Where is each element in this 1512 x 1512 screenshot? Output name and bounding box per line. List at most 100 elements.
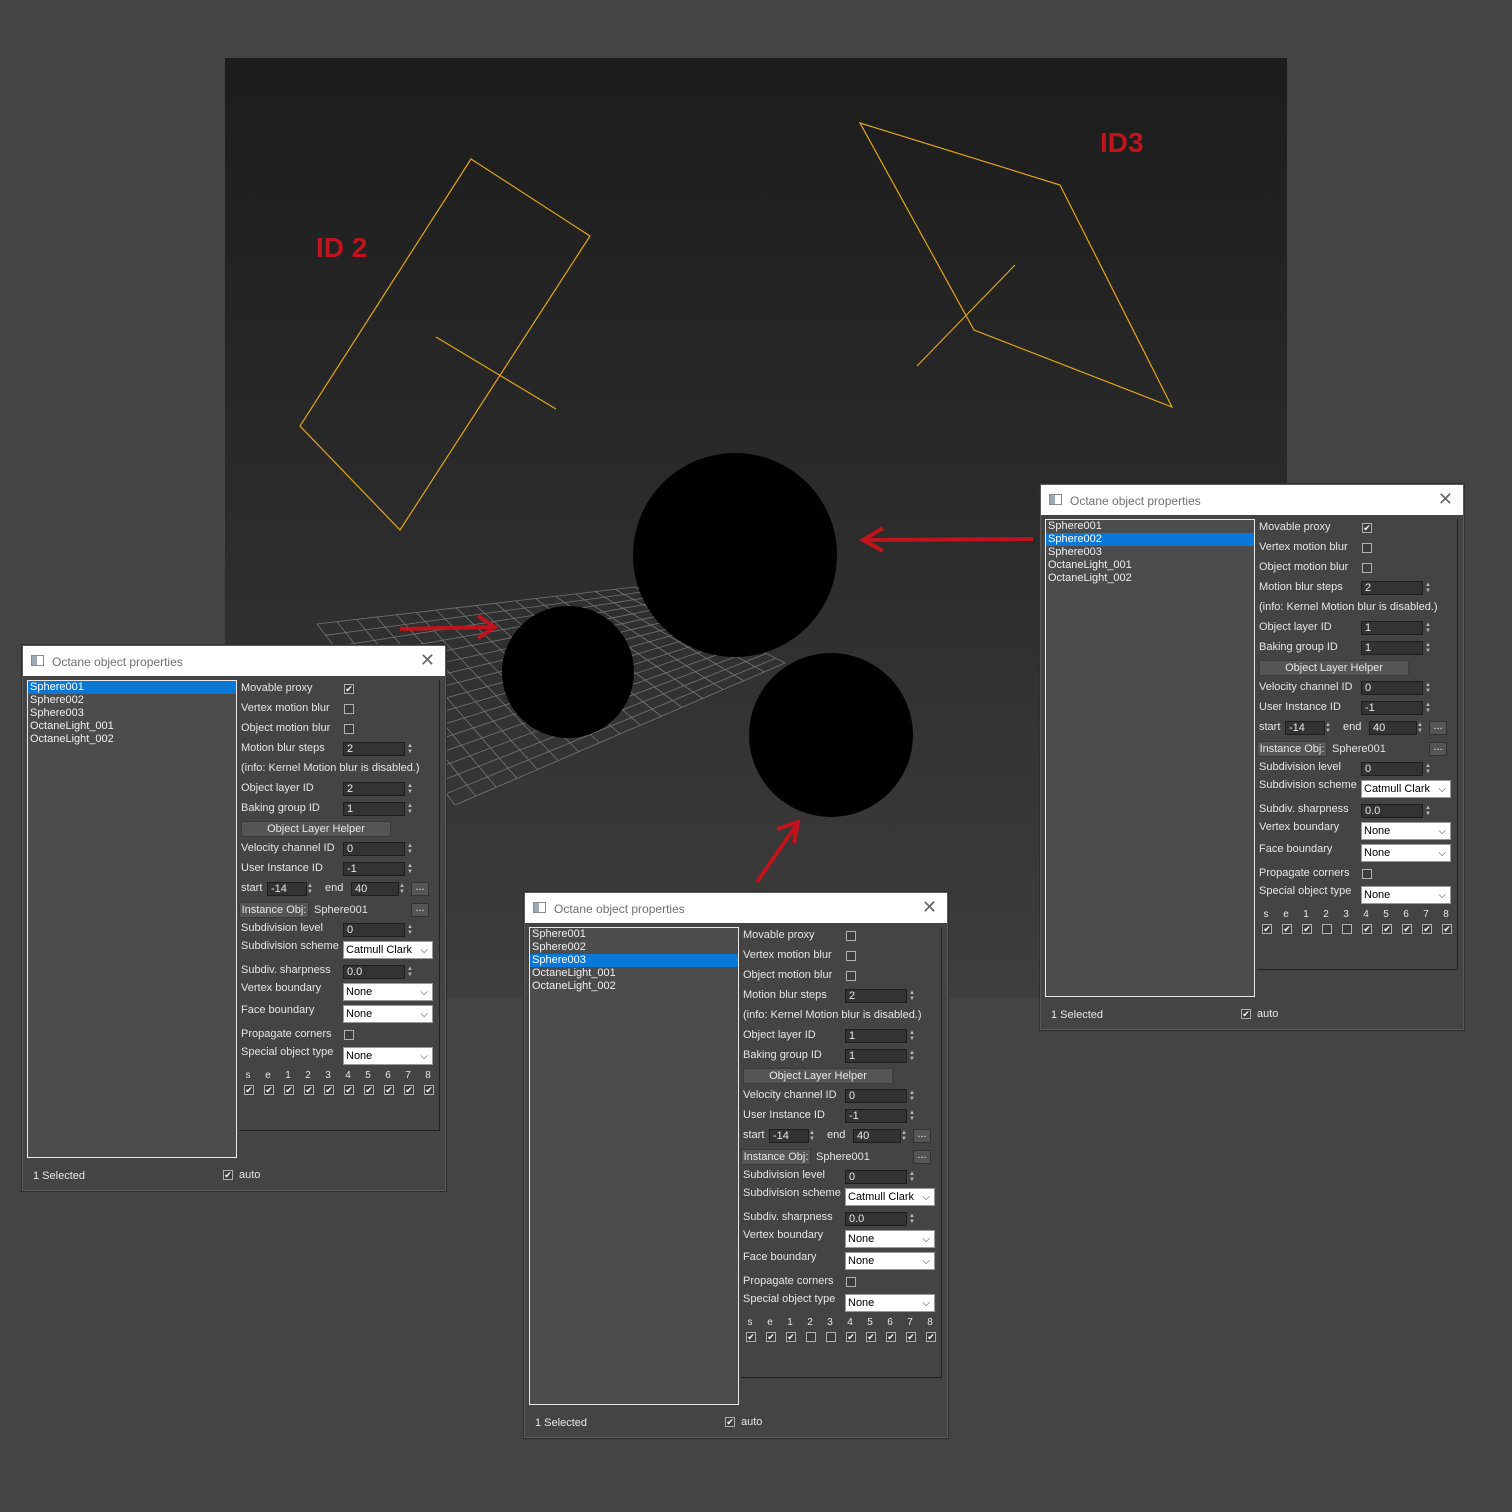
subdivision-scheme-select[interactable]: Catmull Clark ⌵ bbox=[343, 941, 433, 959]
instance-obj-button[interactable]: Instance Obj: bbox=[1257, 741, 1327, 757]
propagate-corners-checkbox[interactable] bbox=[846, 1277, 856, 1287]
visibility-flag-checkbox[interactable] bbox=[746, 1332, 756, 1342]
object-layer-helper-button[interactable]: Object Layer Helper bbox=[743, 1068, 893, 1084]
movable-proxy-checkbox[interactable] bbox=[846, 931, 856, 941]
instance-obj-pick-button[interactable]: ... bbox=[913, 1150, 931, 1164]
visibility-flag-checkbox[interactable] bbox=[906, 1332, 916, 1342]
close-icon[interactable]: ✕ bbox=[922, 897, 937, 918]
start-input[interactable]: -14 ▲ ▼ bbox=[769, 1129, 815, 1143]
motion-blur-steps-input-arrows-icon[interactable]: ▲ ▼ bbox=[406, 743, 414, 756]
visibility-flag-checkbox[interactable] bbox=[284, 1085, 294, 1095]
end-arrows-icon[interactable]: ▲ ▼ bbox=[901, 1130, 909, 1142]
user-instance-id-input[interactable]: -1 ▲ ▼ bbox=[343, 862, 413, 876]
user-instance-id-input[interactable]: -1 ▲ ▼ bbox=[845, 1109, 915, 1123]
subdivision-level-input[interactable]: 0 ▲ ▼ bbox=[845, 1170, 915, 1184]
velocity-channel-id-input-arrows-icon[interactable]: ▲ ▼ bbox=[406, 843, 414, 856]
baking-group-id-input-arrows-icon[interactable]: ▲ ▼ bbox=[908, 1050, 916, 1063]
subdiv-sharpness-input[interactable]: 0.0 ▲ ▼ bbox=[845, 1212, 915, 1226]
close-icon[interactable]: ✕ bbox=[420, 650, 435, 671]
object-layer-id-input-arrows-icon[interactable]: ▲ ▼ bbox=[1424, 622, 1432, 635]
visibility-flag-checkbox[interactable] bbox=[1322, 924, 1332, 934]
baking-group-id-input[interactable]: 1 ▲ ▼ bbox=[845, 1049, 915, 1063]
visibility-flag-checkbox[interactable] bbox=[324, 1085, 334, 1095]
user-instance-id-input-arrows-icon[interactable]: ▲ ▼ bbox=[406, 863, 414, 876]
end-input[interactable]: 40 ▲ ▼ bbox=[853, 1129, 907, 1143]
start-input[interactable]: -14 ▲ ▼ bbox=[1285, 721, 1331, 735]
baking-group-id-input-arrows-icon[interactable]: ▲ ▼ bbox=[406, 803, 414, 816]
motion-blur-steps-input[interactable]: 2 ▲ ▼ bbox=[343, 742, 413, 756]
subdivision-level-input-arrows-icon[interactable]: ▲ ▼ bbox=[908, 1171, 916, 1184]
velocity-channel-id-input-arrows-icon[interactable]: ▲ ▼ bbox=[1424, 682, 1432, 695]
visibility-flag-checkbox[interactable] bbox=[1362, 924, 1372, 934]
auto-checkbox[interactable] bbox=[223, 1170, 233, 1180]
object-list-item[interactable]: Sphere002 bbox=[1046, 533, 1254, 546]
vertex-boundary-select[interactable]: None ⌵ bbox=[1361, 822, 1451, 840]
subdiv-sharpness-input[interactable]: 0.0 ▲ ▼ bbox=[1361, 804, 1431, 818]
visibility-flag-checkbox[interactable] bbox=[886, 1332, 896, 1342]
object-list-item[interactable]: Sphere003 bbox=[1046, 546, 1254, 559]
visibility-flag-checkbox[interactable] bbox=[1422, 924, 1432, 934]
object-list-item[interactable]: Sphere002 bbox=[530, 941, 738, 954]
visibility-flag-checkbox[interactable] bbox=[1262, 924, 1272, 934]
visibility-flag-checkbox[interactable] bbox=[1302, 924, 1312, 934]
object-list-item[interactable]: Sphere003 bbox=[28, 707, 236, 720]
end-input[interactable]: 40 ▲ ▼ bbox=[1369, 721, 1423, 735]
user-instance-id-input-arrows-icon[interactable]: ▲ ▼ bbox=[1424, 702, 1432, 715]
motion-blur-steps-input-arrows-icon[interactable]: ▲ ▼ bbox=[908, 990, 916, 1003]
object-layer-helper-button[interactable]: Object Layer Helper bbox=[1259, 660, 1409, 676]
face-boundary-select[interactable]: None ⌵ bbox=[343, 1005, 433, 1023]
object-list-item[interactable]: Sphere002 bbox=[28, 694, 236, 707]
visibility-flag-checkbox[interactable] bbox=[826, 1332, 836, 1342]
object-layer-helper-button[interactable]: Object Layer Helper bbox=[241, 821, 391, 837]
visibility-flag-checkbox[interactable] bbox=[244, 1085, 254, 1095]
time-range-more-button[interactable]: ... bbox=[1429, 721, 1447, 735]
object-list[interactable]: Sphere001 Sphere002 Sphere003 OctaneLight_0… bbox=[1045, 519, 1255, 997]
object-layer-id-input[interactable]: 2 ▲ ▼ bbox=[343, 782, 413, 796]
subdivision-level-input-arrows-icon[interactable]: ▲ ▼ bbox=[406, 924, 414, 937]
velocity-channel-id-input[interactable]: 0 ▲ ▼ bbox=[845, 1089, 915, 1103]
visibility-flag-checkbox[interactable] bbox=[806, 1332, 816, 1342]
special-object-type-select[interactable]: None ⌵ bbox=[343, 1047, 433, 1065]
object-list-item[interactable]: OctaneLight_001 bbox=[1046, 559, 1254, 572]
subdiv-sharpness-input[interactable]: 0.0 ▲ ▼ bbox=[343, 965, 413, 979]
visibility-flag-checkbox[interactable] bbox=[1402, 924, 1412, 934]
start-arrows-icon[interactable]: ▲ ▼ bbox=[1325, 722, 1333, 734]
propagate-corners-checkbox[interactable] bbox=[1362, 869, 1372, 879]
visibility-flag-checkbox[interactable] bbox=[1342, 924, 1352, 934]
auto-checkbox[interactable] bbox=[1241, 1009, 1251, 1019]
time-range-more-button[interactable]: ... bbox=[411, 882, 429, 896]
visibility-flag-checkbox[interactable] bbox=[866, 1332, 876, 1342]
baking-group-id-input[interactable]: 1 ▲ ▼ bbox=[1361, 641, 1431, 655]
subdiv-sharpness-input-arrows-icon[interactable]: ▲ ▼ bbox=[1424, 805, 1432, 818]
subdivision-level-input[interactable]: 0 ▲ ▼ bbox=[1361, 762, 1431, 776]
special-object-type-select[interactable]: None ⌵ bbox=[845, 1294, 935, 1312]
subdivision-level-input[interactable]: 0 ▲ ▼ bbox=[343, 923, 413, 937]
vertex-boundary-select[interactable]: None ⌵ bbox=[343, 983, 433, 1001]
visibility-flag-checkbox[interactable] bbox=[424, 1085, 434, 1095]
subdivision-level-input-arrows-icon[interactable]: ▲ ▼ bbox=[1424, 763, 1432, 776]
object-list-item[interactable]: OctaneLight_001 bbox=[530, 967, 738, 980]
object-layer-id-input-arrows-icon[interactable]: ▲ ▼ bbox=[406, 783, 414, 796]
user-instance-id-input[interactable]: -1 ▲ ▼ bbox=[1361, 701, 1431, 715]
baking-group-id-input-arrows-icon[interactable]: ▲ ▼ bbox=[1424, 642, 1432, 655]
visibility-flag-checkbox[interactable] bbox=[384, 1085, 394, 1095]
object-list-item[interactable]: OctaneLight_002 bbox=[1046, 572, 1254, 585]
object-list-item[interactable]: OctaneLight_002 bbox=[530, 980, 738, 993]
face-boundary-select[interactable]: None ⌵ bbox=[845, 1252, 935, 1270]
visibility-flag-checkbox[interactable] bbox=[766, 1332, 776, 1342]
face-boundary-select[interactable]: None ⌵ bbox=[1361, 844, 1451, 862]
object-motion-blur-checkbox[interactable] bbox=[1362, 563, 1372, 573]
object-list-item[interactable]: Sphere001 bbox=[28, 681, 236, 694]
velocity-channel-id-input-arrows-icon[interactable]: ▲ ▼ bbox=[908, 1090, 916, 1103]
movable-proxy-checkbox[interactable] bbox=[344, 684, 354, 694]
start-arrows-icon[interactable]: ▲ ▼ bbox=[307, 883, 315, 895]
special-object-type-select[interactable]: None ⌵ bbox=[1361, 886, 1451, 904]
visibility-flag-checkbox[interactable] bbox=[304, 1085, 314, 1095]
object-list-item[interactable]: Sphere001 bbox=[1046, 520, 1254, 533]
subdivision-scheme-select[interactable]: Catmull Clark ⌵ bbox=[1361, 780, 1451, 798]
visibility-flag-checkbox[interactable] bbox=[1282, 924, 1292, 934]
object-list[interactable]: Sphere001 Sphere002 Sphere003 OctaneLight_0… bbox=[529, 927, 739, 1405]
visibility-flag-checkbox[interactable] bbox=[926, 1332, 936, 1342]
visibility-flag-checkbox[interactable] bbox=[404, 1085, 414, 1095]
object-list-item[interactable]: Sphere003 bbox=[530, 954, 738, 967]
